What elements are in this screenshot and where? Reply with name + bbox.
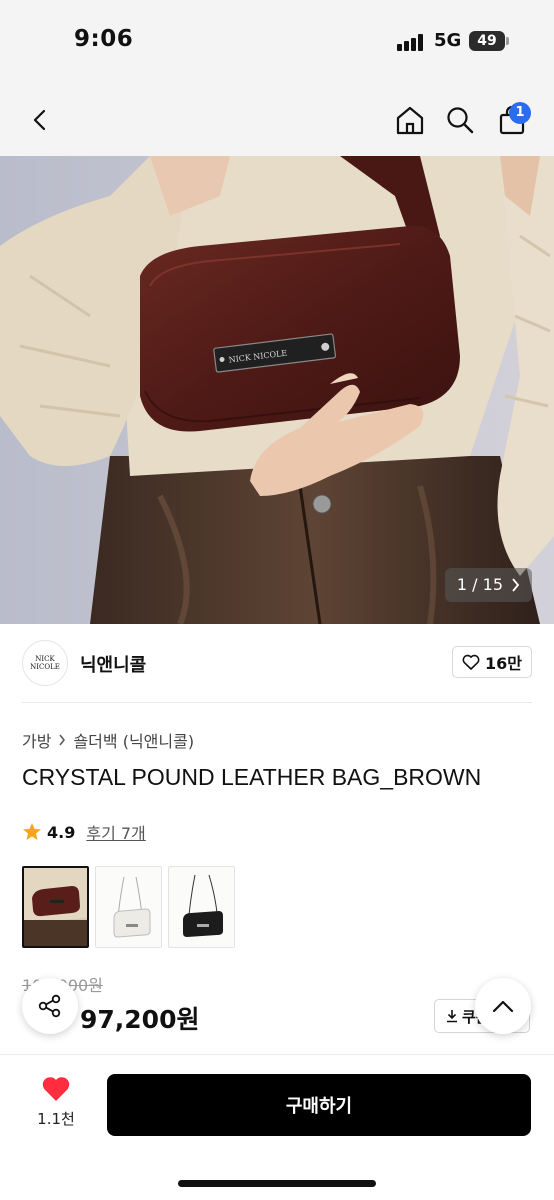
sale-price: 97,200원 — [80, 1005, 200, 1034]
brand-like-button[interactable]: 16만 — [452, 646, 532, 678]
share-icon — [38, 994, 61, 1018]
wishlist-count: 1.1천 — [37, 1110, 75, 1128]
thumbnail-black[interactable] — [168, 866, 235, 948]
status-time: 9:06 — [74, 26, 134, 52]
thumbnail-brown[interactable] — [22, 866, 89, 948]
brand-like-count: 16만 — [485, 654, 522, 673]
heart-filled-icon — [42, 1077, 70, 1101]
brand-logo-line2: NICOLE — [30, 663, 60, 671]
breadcrumb: 가방 숄더백 (닉앤니콜) — [22, 728, 194, 752]
color-thumbnails — [22, 866, 235, 948]
network-label: 5G — [434, 30, 462, 51]
product-image-carousel[interactable]: NICK NICOLE 1 / 15 — [0, 156, 554, 624]
brand-logo-line1: NICK — [35, 655, 55, 663]
brand-logo[interactable]: NICK NICOLE — [22, 640, 68, 686]
battery-tip — [506, 37, 509, 45]
home-indicator — [178, 1180, 376, 1187]
product-title: CRYSTAL POUND LEATHER BAG_BROWN — [22, 764, 482, 790]
nav-bar — [0, 84, 554, 156]
status-bar: 9:06 5G 49 — [0, 0, 554, 84]
breadcrumb-category[interactable]: 가방 — [22, 728, 51, 752]
battery-icon: 49 — [469, 31, 505, 51]
share-button[interactable] — [22, 978, 78, 1034]
search-icon — [447, 107, 474, 134]
star-icon — [23, 823, 41, 840]
buy-button[interactable]: 구매하기 — [107, 1074, 531, 1136]
wishlist-button[interactable]: 1.1천 — [26, 1075, 86, 1129]
breadcrumb-subcategory[interactable]: 숄더백 (닉앤니콜) — [73, 728, 194, 752]
product-photo: NICK NICOLE — [0, 156, 554, 624]
scroll-to-top-button[interactable] — [475, 978, 531, 1034]
rating-score: 4.9 — [47, 822, 76, 842]
chevron-right-icon — [59, 734, 66, 746]
thumbnail-white-image — [96, 867, 161, 947]
download-icon — [447, 1010, 457, 1023]
reviews-link[interactable]: 후기 7개 — [86, 820, 145, 844]
chevron-right-icon — [512, 578, 520, 592]
home-icon — [396, 106, 424, 135]
search-button[interactable] — [440, 100, 480, 140]
divider — [22, 702, 532, 703]
bottom-purchase-bar: 1.1천 구매하기 — [0, 1054, 554, 1200]
thumbnail-brown-image — [24, 868, 87, 946]
thumbnail-black-image — [169, 867, 234, 947]
chevron-up-icon — [492, 1000, 514, 1013]
thumbnail-white[interactable] — [95, 866, 162, 948]
rating-row: 4.9 후기 7개 — [22, 820, 146, 844]
cart-count-badge: 1 — [509, 102, 531, 124]
brand-name-link[interactable]: 닉앤니콜 — [80, 651, 146, 677]
back-button[interactable] — [20, 100, 60, 140]
chevron-left-icon — [33, 109, 46, 131]
heart-outline-icon — [462, 654, 480, 670]
image-page-indicator[interactable]: 1 / 15 — [444, 568, 532, 602]
brand-row: NICK NICOLE 닉앤니콜 16만 — [22, 640, 532, 686]
page-indicator-text: 1 / 15 — [456, 575, 503, 594]
home-button[interactable] — [390, 100, 430, 140]
signal-icon — [397, 33, 427, 51]
